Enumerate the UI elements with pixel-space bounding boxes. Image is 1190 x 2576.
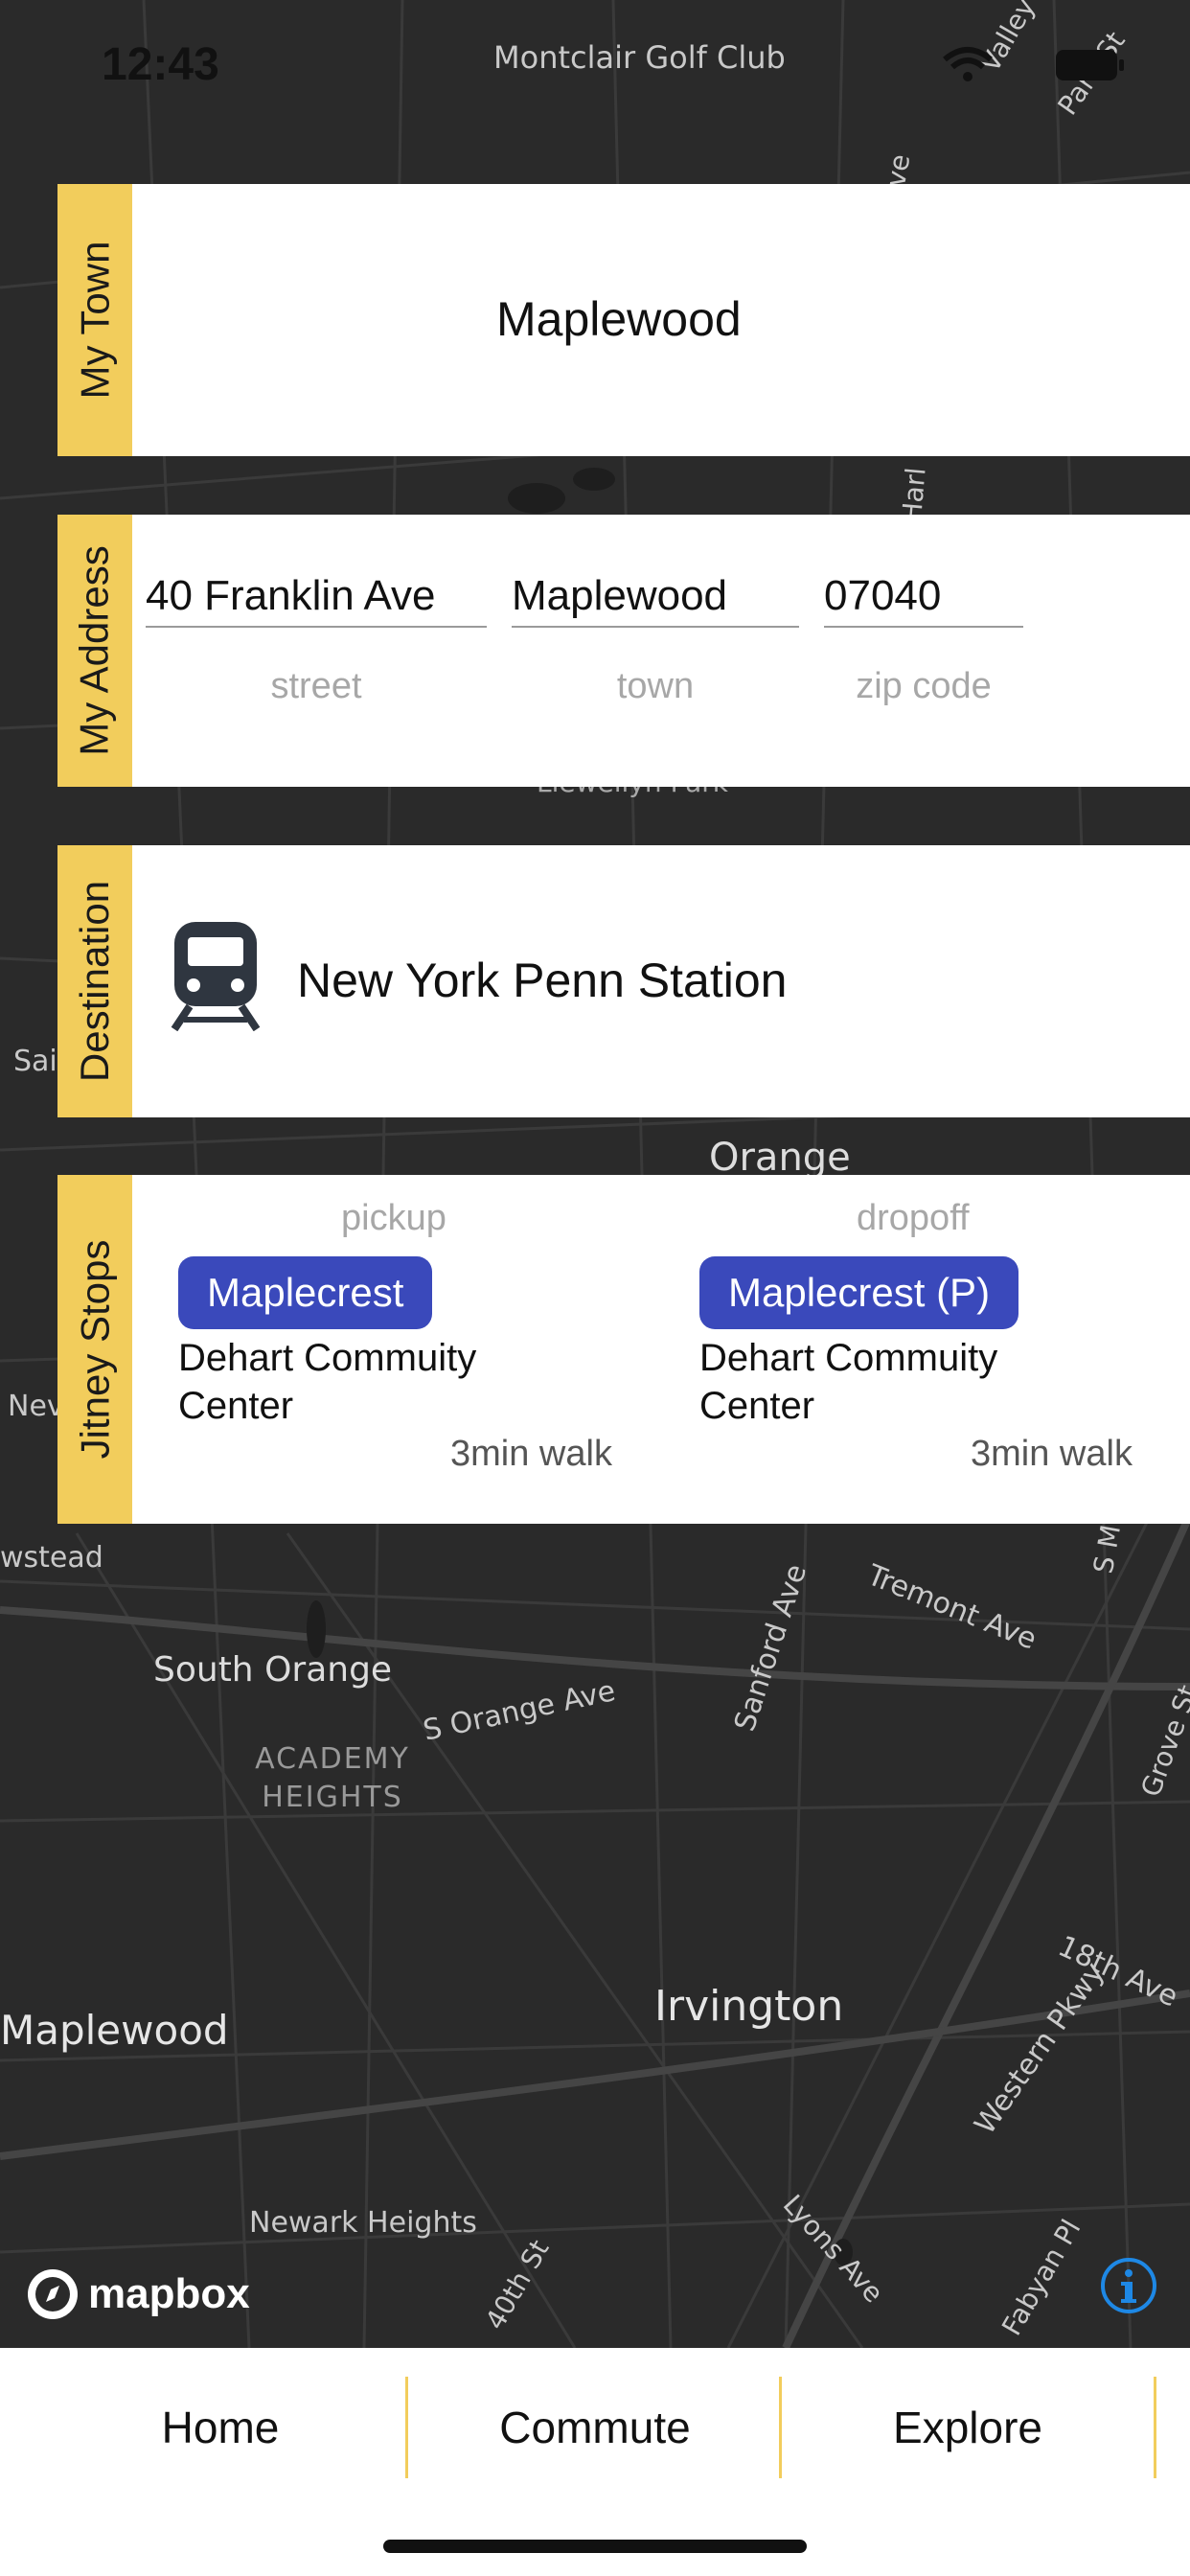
tab-divider bbox=[1154, 2377, 1156, 2478]
my-town-card[interactable]: My Town Maplewood bbox=[57, 184, 1190, 456]
destination-card[interactable]: Destination New York Penn Station bbox=[57, 845, 1190, 1117]
zip-label: zip code bbox=[856, 666, 992, 706]
pickup-stop-button[interactable]: Maplecrest bbox=[178, 1256, 433, 1329]
map-label: Sai bbox=[13, 1045, 57, 1078]
street-label: street bbox=[270, 666, 362, 706]
dropoff-walk-time: 3min walk bbox=[971, 1434, 1133, 1474]
map-label: Newark Heights bbox=[249, 2206, 477, 2240]
map-label: wstead bbox=[0, 1541, 103, 1575]
pickup-label: pickup bbox=[341, 1198, 446, 1238]
my-address-tab: My Address bbox=[57, 515, 132, 787]
home-indicator[interactable] bbox=[383, 2540, 807, 2553]
pickup-address: Dehart Commuity Center bbox=[178, 1337, 477, 1427]
tab-commute[interactable]: Commute bbox=[408, 2377, 782, 2478]
dropoff-stop-button[interactable]: Maplecrest (P) bbox=[699, 1256, 1019, 1329]
jitney-stops-tab: Jitney Stops bbox=[57, 1175, 132, 1524]
mapbox-compass-icon bbox=[28, 2269, 78, 2319]
jitney-stops-card: Jitney Stops pickup Maplecrest Dehart Co… bbox=[57, 1175, 1190, 1524]
map-label: Nev bbox=[8, 1390, 64, 1423]
info-icon bbox=[1101, 2258, 1156, 2313]
tab-home[interactable]: Home bbox=[34, 2377, 407, 2478]
map-label: South Orange bbox=[153, 1650, 393, 1690]
dropoff-label: dropoff bbox=[857, 1198, 970, 1238]
map-label: Maplewood bbox=[0, 2007, 229, 2054]
status-time: 12:43 bbox=[102, 39, 219, 90]
map-label: Orange bbox=[709, 1136, 851, 1180]
info-button[interactable] bbox=[1100, 2257, 1157, 2314]
map-label: ACADEMY HEIGHTS bbox=[255, 1742, 410, 1814]
battery bbox=[1054, 48, 1125, 87]
tab-explore[interactable]: Explore bbox=[781, 2377, 1155, 2478]
my-address-card: My Address 40 Franklin Ave street Maplew… bbox=[57, 515, 1190, 787]
my-town-value[interactable]: Maplewood bbox=[496, 291, 742, 347]
battery-icon bbox=[1056, 50, 1124, 80]
mapbox-logo[interactable]: mapbox bbox=[25, 2266, 250, 2322]
train-icon bbox=[171, 922, 261, 1031]
status-icons bbox=[941, 46, 995, 89]
destination-value: New York Penn Station bbox=[297, 954, 788, 1007]
pickup-walk-time: 3min walk bbox=[450, 1434, 612, 1474]
wifi-icon bbox=[943, 47, 993, 81]
street-input[interactable]: 40 Franklin Ave bbox=[146, 572, 487, 628]
zip-input[interactable]: 07040 bbox=[824, 572, 1023, 628]
dropoff-address: Dehart Commuity Center bbox=[699, 1337, 998, 1427]
destination-tab: Destination bbox=[57, 845, 132, 1117]
my-town-tab: My Town bbox=[57, 184, 132, 456]
town-input[interactable]: Maplewood bbox=[512, 572, 799, 628]
map-label: Irvington bbox=[654, 1982, 844, 2031]
mapbox-wordmark: mapbox bbox=[88, 2270, 250, 2317]
town-label: town bbox=[616, 666, 695, 706]
map-label: Montclair Golf Club bbox=[493, 39, 786, 76]
